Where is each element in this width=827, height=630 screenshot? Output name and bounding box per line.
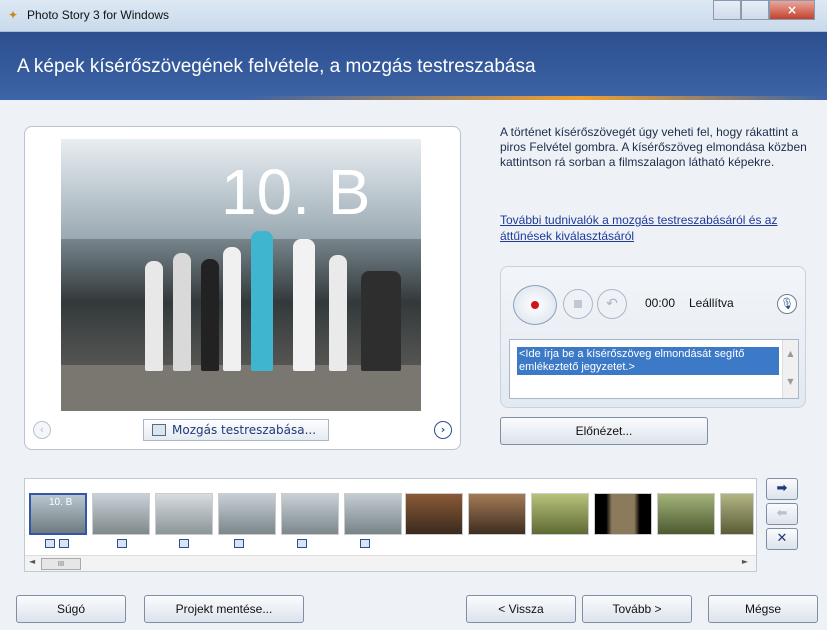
- filmstrip-thumb[interactable]: [720, 493, 754, 535]
- photo-person: [173, 253, 191, 371]
- remove-picture-button[interactable]: ✕: [766, 528, 798, 550]
- filmstrip-thumb[interactable]: [218, 493, 276, 535]
- photo-floor: [61, 365, 421, 411]
- move-right-button[interactable]: ➡: [766, 478, 798, 500]
- edit-picture-icon[interactable]: [179, 539, 189, 548]
- filmstrip-thumb[interactable]: [657, 493, 715, 535]
- minimize-button[interactable]: [713, 0, 741, 20]
- photo-person: [329, 255, 347, 371]
- undo-icon[interactable]: ↶: [597, 289, 627, 319]
- filmstrip-thumb[interactable]: [344, 493, 402, 535]
- motion-icon: [152, 424, 166, 436]
- filmstrip: 10. B ◄ III ►: [24, 478, 757, 572]
- recording-time: 00:00: [645, 296, 676, 310]
- filmstrip-thumb[interactable]: [594, 493, 652, 535]
- narration-notes-text: <Ide írja be a kísérőszöveg elmondását s…: [517, 347, 779, 375]
- photo-person: [251, 231, 273, 371]
- filmstrip-thumb[interactable]: [468, 493, 526, 535]
- filmstrip-thumb[interactable]: [405, 493, 463, 535]
- next-button[interactable]: Tovább >: [582, 595, 692, 623]
- edit-picture-icon[interactable]: [234, 539, 244, 548]
- close-window-button[interactable]: ×: [769, 0, 815, 20]
- maximize-button[interactable]: [741, 0, 769, 20]
- narration-notes-field[interactable]: <Ide írja be a kísérőszöveg elmondását s…: [509, 339, 799, 399]
- photo-person: [201, 259, 219, 371]
- photo-story-app-icon: ✦: [8, 8, 19, 22]
- photo-person: [293, 239, 315, 371]
- edit-picture-icon[interactable]: [297, 539, 307, 548]
- scroll-left-icon[interactable]: ◄: [29, 557, 35, 566]
- save-project-button[interactable]: Projekt mentése...: [144, 595, 304, 623]
- filmstrip-thumb[interactable]: [531, 493, 589, 535]
- more-info-link[interactable]: További tudnivalók a mozgás testreszabás…: [500, 212, 818, 244]
- next-picture-button[interactable]: ›: [434, 421, 452, 439]
- edit-picture-icon[interactable]: [45, 539, 55, 548]
- edit-picture-icon[interactable]: [360, 539, 370, 548]
- recording-status: Leállítva: [689, 296, 734, 310]
- customize-motion-label: Mozgás testreszabása...: [172, 423, 317, 437]
- microphone-icon[interactable]: 🎙: [777, 294, 797, 314]
- edit-picture-icon[interactable]: [117, 539, 127, 548]
- photo-person: [361, 271, 401, 371]
- scroll-thumb[interactable]: III: [41, 558, 81, 570]
- back-button[interactable]: < Vissza: [466, 595, 576, 623]
- previous-picture-button[interactable]: ‹: [33, 421, 51, 439]
- scroll-right-icon[interactable]: ►: [742, 557, 748, 566]
- window-title: Photo Story 3 for Windows: [27, 8, 170, 22]
- stop-button[interactable]: [563, 289, 593, 319]
- filmstrip-thumb[interactable]: [155, 493, 213, 535]
- cancel-button[interactable]: Mégse: [708, 595, 818, 623]
- title-bar: ✦ Photo Story 3 for Windows ×: [0, 0, 827, 32]
- notes-scrollbar[interactable]: ▲ ▼: [782, 340, 798, 398]
- window-controls: ×: [713, 0, 815, 20]
- filmstrip-thumb[interactable]: [92, 493, 150, 535]
- page-title: A képek kísérőszövegének felvétele, a mo…: [17, 56, 536, 77]
- thumb-caption: 10. B: [49, 497, 73, 508]
- page-header: A képek kísérőszövegének felvétele, a mo…: [0, 32, 827, 100]
- preview-button[interactable]: Előnézet...: [500, 417, 708, 445]
- picture-preview-panel: 10. B ‹ Mozgás testreszabása... ›: [24, 126, 461, 450]
- narration-panel: ↶ 00:00 Leállítva 🎙 <Ide írja be a kísér…: [500, 266, 806, 408]
- current-photo: 10. B: [61, 139, 421, 411]
- help-button[interactable]: Súgó: [16, 595, 126, 623]
- filmstrip-thumb[interactable]: 10. B: [29, 493, 87, 535]
- filmstrip-thumb[interactable]: [281, 493, 339, 535]
- filmstrip-scrollbar[interactable]: ◄ III ►: [25, 555, 756, 571]
- customize-motion-button[interactable]: Mozgás testreszabása...: [143, 419, 329, 441]
- move-left-button[interactable]: ⬅: [766, 503, 798, 525]
- main-content: 10. B ‹ Mozgás testreszabása... › A tört…: [0, 100, 827, 630]
- record-button[interactable]: [513, 285, 557, 325]
- instructions-text: A történet kísérőszövegét úgy veheti fel…: [500, 125, 807, 169]
- photo-caption: 10. B: [221, 156, 371, 228]
- photo-person: [145, 261, 163, 371]
- photo-person: [223, 247, 241, 371]
- transition-icon[interactable]: [59, 539, 69, 548]
